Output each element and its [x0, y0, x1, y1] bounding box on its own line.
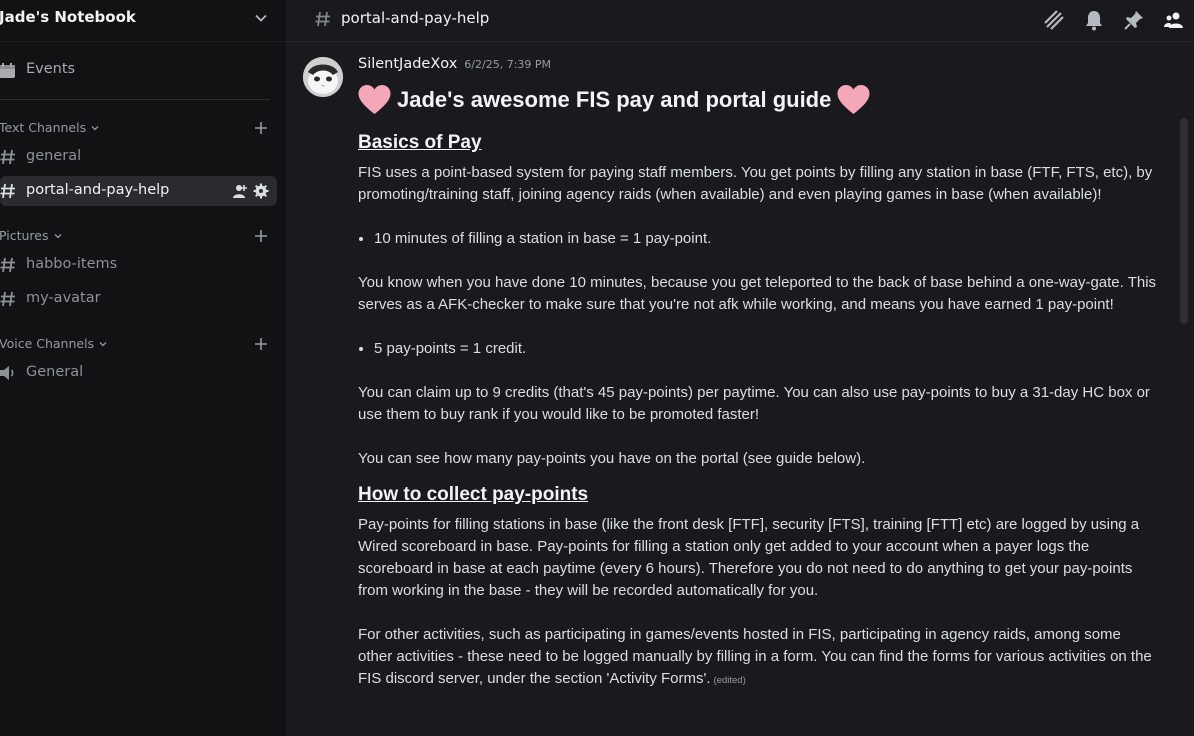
channel-header: portal-and-pay-help [286, 0, 1194, 42]
list-item: 5 pay-points = 1 credit. [374, 338, 1158, 360]
events-label: Events [26, 61, 76, 77]
chevron-down-icon [54, 233, 61, 238]
server-name: Jade's Notebook [0, 8, 136, 26]
edited-label: (edited) [713, 675, 746, 686]
hash-icon [0, 149, 15, 165]
chevron-down-icon [91, 125, 99, 130]
message: SilentJadeXox 6/2/25, 7:39 PM Jade's awe… [358, 56, 1158, 692]
channel-title: portal-and-pay-help [341, 9, 490, 27]
paragraph: You know when you have done 10 minutes, … [358, 274, 1157, 313]
bullet-list: 5 pay-points = 1 credit. [374, 338, 1158, 360]
hash-icon [0, 183, 15, 199]
channel-name: portal-and-pay-help [26, 182, 170, 198]
scrollbar[interactable] [1180, 118, 1188, 324]
sidebar-divider [0, 99, 270, 100]
add-channel-icon[interactable] [253, 120, 269, 136]
settings-icon[interactable] [253, 183, 269, 199]
section-heading: Basics of Pay [358, 132, 482, 153]
hash-icon [0, 257, 15, 273]
paragraph: Pay-points for filling stations in base … [358, 516, 1140, 599]
message-title: Jade's awesome FIS pay and portal guide [358, 82, 1158, 118]
threads-icon[interactable] [1042, 8, 1066, 32]
channel-name: my-avatar [26, 290, 101, 306]
calendar-icon [0, 63, 15, 78]
paragraph: You can claim up to 9 credits (that's 45… [358, 384, 1150, 423]
category-label: Pictures [0, 228, 49, 243]
chevron-down-icon [99, 341, 107, 346]
bell-icon[interactable] [1082, 8, 1106, 32]
sidebar-item-my-avatar[interactable]: my-avatar [0, 284, 277, 314]
channel-name: general [26, 148, 82, 164]
list-item: 10 minutes of filling a station in base … [374, 228, 1158, 250]
paragraph-text: For other activities, such as participat… [358, 626, 1152, 687]
server-header[interactable]: Jade's Notebook [0, 0, 286, 42]
paragraph: You can see how many pay-points you have… [358, 450, 866, 467]
sidebar-item-general[interactable]: general [0, 142, 277, 172]
chevron-down-icon [255, 14, 267, 22]
events-item[interactable]: Events [0, 55, 278, 85]
speaker-icon [0, 366, 14, 380]
sidebar-item-portal-and-pay-help[interactable]: portal-and-pay-help [0, 176, 277, 206]
hash-icon [315, 11, 330, 27]
category-pictures[interactable]: Pictures [0, 228, 63, 243]
add-channel-icon[interactable] [253, 228, 269, 244]
member-list-icon[interactable] [1162, 8, 1186, 32]
category-voice-channels[interactable]: Voice Channels [0, 336, 108, 351]
sidebar-item-voice-general[interactable]: General [0, 358, 277, 388]
message-author[interactable]: SilentJadeXox [358, 56, 457, 72]
message-timestamp: 6/2/25, 7:39 PM [464, 58, 552, 71]
section-heading: How to collect pay-points [358, 484, 589, 505]
channel-name: habbo-items [26, 256, 118, 272]
heart-icon [837, 85, 870, 114]
create-invite-icon[interactable] [232, 183, 248, 199]
category-label: Voice Channels [0, 336, 95, 351]
paragraph: For other activities, such as participat… [358, 624, 1158, 692]
heart-icon [358, 85, 391, 114]
paragraph: FIS uses a point-based system for paying… [358, 164, 1153, 203]
channel-sidebar: Jade's Notebook Events Text Channels gen… [0, 0, 286, 736]
hash-icon [0, 291, 15, 307]
bullet-list: 10 minutes of filling a station in base … [374, 228, 1158, 250]
category-label: Text Channels [0, 120, 87, 135]
sidebar-item-habbo-items[interactable]: habbo-items [0, 250, 277, 280]
channel-name: General [26, 364, 84, 380]
avatar[interactable] [303, 57, 343, 97]
message-title-text: Jade's awesome FIS pay and portal guide [397, 87, 832, 112]
category-text-channels[interactable]: Text Channels [0, 120, 100, 135]
message-list: SilentJadeXox 6/2/25, 7:39 PM Jade's awe… [286, 42, 1194, 736]
pin-icon[interactable] [1122, 8, 1146, 32]
add-channel-icon[interactable] [253, 336, 269, 352]
